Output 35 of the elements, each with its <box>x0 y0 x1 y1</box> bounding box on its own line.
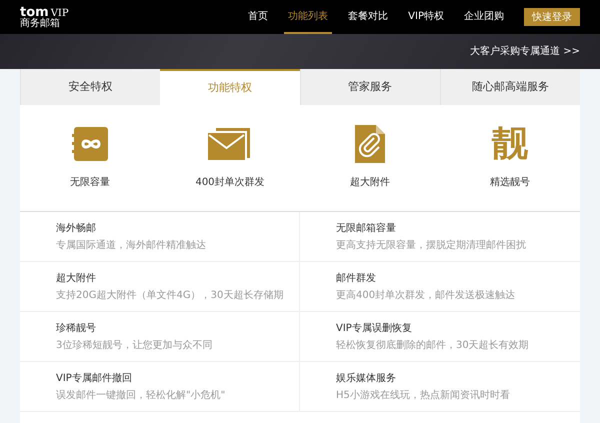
feature-description: 支持20G超大附件（单文件4G），30天超长存储期 <box>56 288 284 302</box>
feature-description: 更高支持无限容量，摆脱定期清理邮件困扰 <box>336 238 527 252</box>
feature-title: VIP专属误删恢复 <box>336 322 413 336</box>
nav-link[interactable]: 套餐对比 <box>344 0 392 34</box>
logo-tag: VIP <box>50 8 69 18</box>
glyph-icon: 靓 <box>492 125 528 163</box>
logo-subtitle: 商务邮箱 <box>20 18 61 28</box>
feature-title: 珍稀靓号 <box>56 322 97 336</box>
envelope-icon <box>208 127 252 161</box>
feature-title: 无限邮箱容量 <box>336 222 397 236</box>
feature-title: 娱乐媒体服务 <box>336 372 397 386</box>
highlight-label: 400封单次群发 <box>195 176 265 190</box>
logo-brand: tom <box>20 6 49 18</box>
highlight-label: 超大附件 <box>350 176 390 190</box>
feature-title: 超大附件 <box>56 272 97 286</box>
feature-description: 更高400封单次群发，邮件发送极速触达 <box>336 288 516 302</box>
nav-link[interactable]: VIP特权 <box>404 0 448 34</box>
paperclip-file-icon <box>355 125 385 163</box>
nav-link[interactable]: 企业团购 <box>460 0 508 34</box>
highlight-label: 精选靓号 <box>490 176 530 190</box>
nav-link[interactable]: 首页 <box>244 0 272 34</box>
feature-description: 专属国际通道，海外邮件精准触达 <box>56 238 207 252</box>
feature-description: 3位珍稀短靓号，让您更加与众不同 <box>56 338 214 352</box>
highlight-label: 无限容量 <box>70 176 110 190</box>
tab[interactable]: 随心邮高端服务 <box>440 69 580 105</box>
feature-title: VIP专属邮件撤回 <box>56 372 133 386</box>
feature-description: H5小游戏在线玩，热点新闻资讯时时看 <box>336 388 511 402</box>
feature-description: 误发邮件一键撤回，轻松化解"小危机" <box>56 388 226 402</box>
infinity-icon <box>72 126 108 162</box>
tab[interactable]: 管家服务 <box>300 69 440 105</box>
feature-title: 海外畅邮 <box>56 222 97 236</box>
feature-title: 邮件群发 <box>336 272 377 286</box>
feature-description: 轻松恢复彻底删除的邮件，30天超长有效期 <box>336 338 530 352</box>
enterprise-link[interactable]: 大客户采购专属通道 >> <box>470 44 580 59</box>
tab[interactable]: 安全特权 <box>20 69 160 105</box>
